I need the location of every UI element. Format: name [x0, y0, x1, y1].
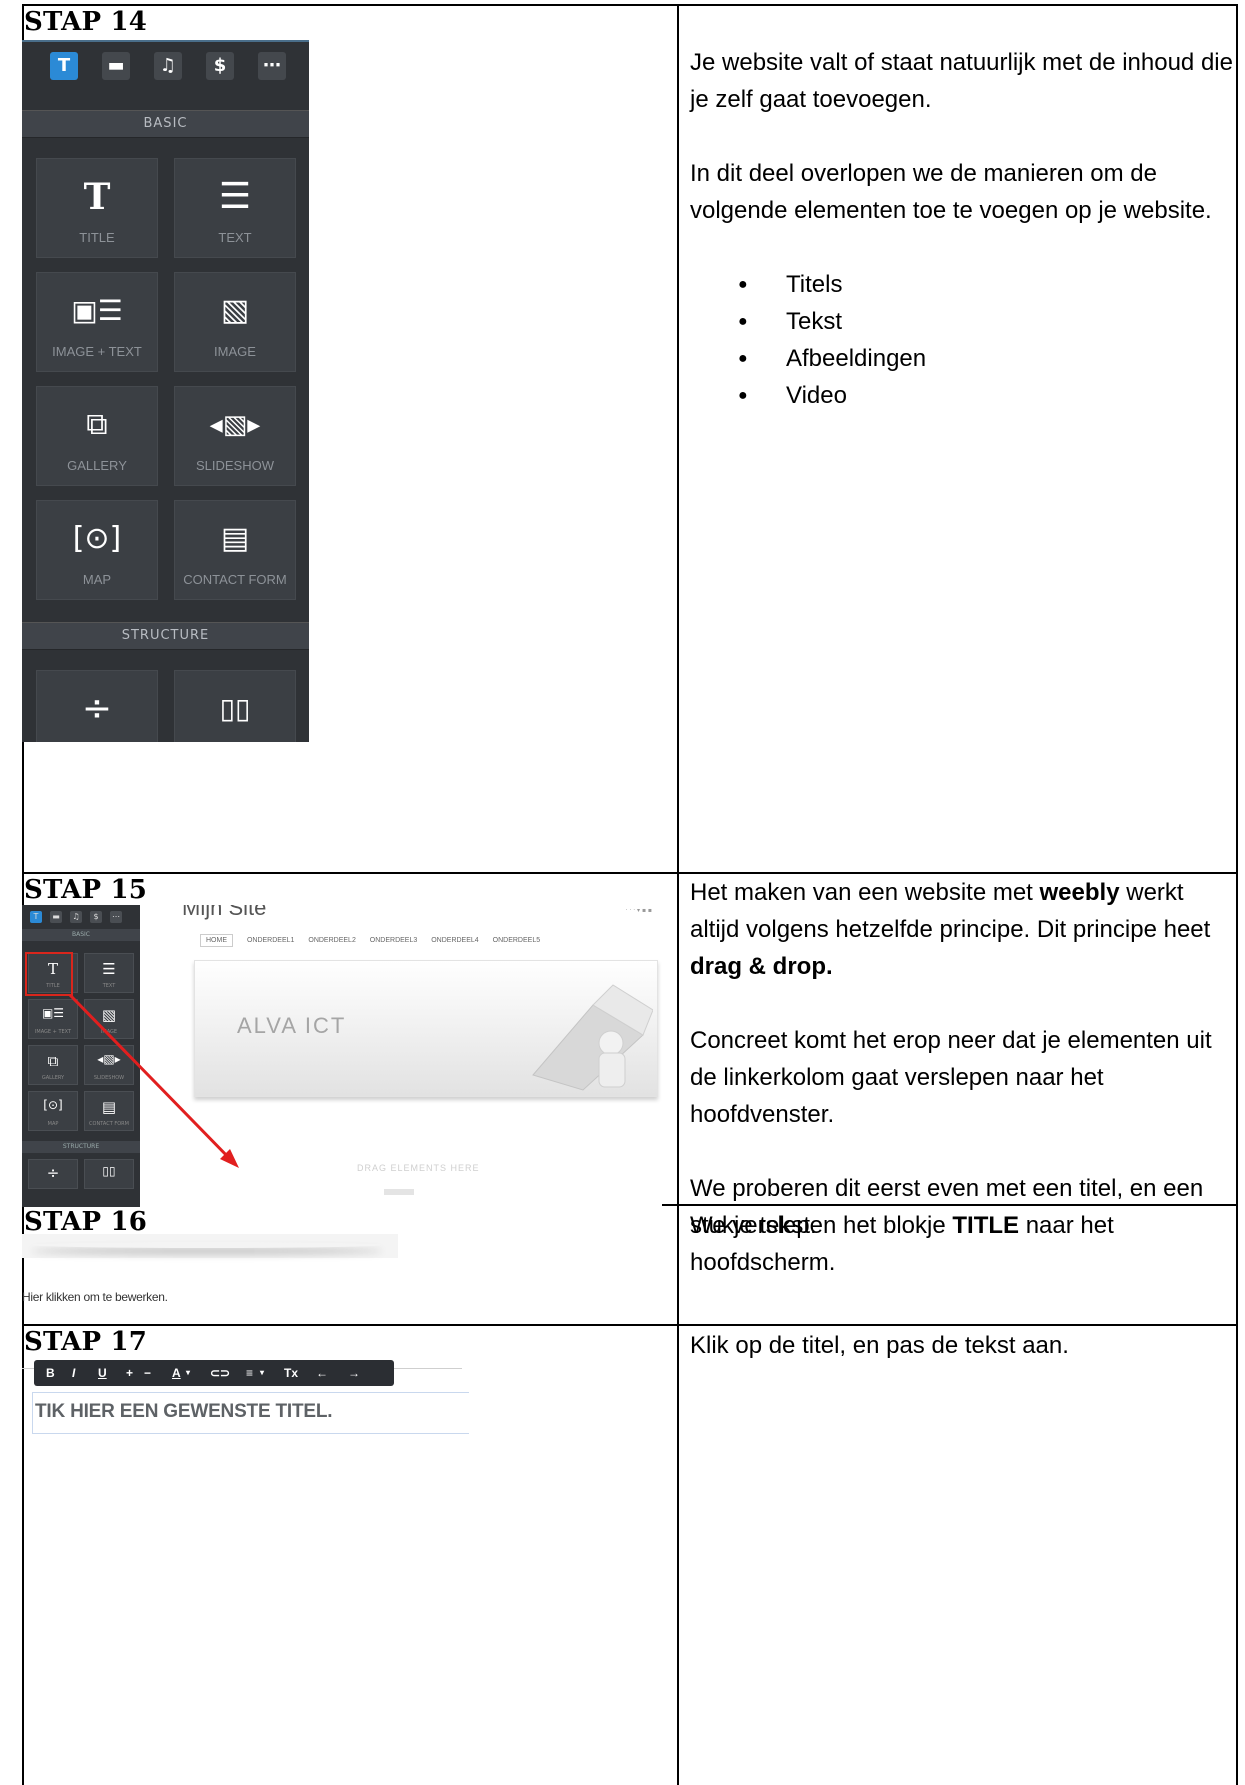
align-icon[interactable]: ≡: [246, 1360, 253, 1386]
placeholder-text: Hier klikken om te bewerken.: [22, 1290, 168, 1304]
gallery-tile[interactable]: ⧉ GALLERY: [36, 386, 158, 486]
paragraph: We verslepen het blokje TITLE naar het h…: [690, 1207, 1238, 1281]
more-tab-icon[interactable]: ⋯: [258, 52, 286, 80]
tile-label: GALLERY: [67, 458, 127, 473]
decrease-size-button[interactable]: −: [144, 1360, 151, 1386]
weebly-editor-screenshot: T ▬ ♫ $ ⋯ BASIC T TITLE ☰ TEXT ▣☰ IMAGE + T…: [22, 905, 662, 1207]
banner-shadow: [32, 1242, 382, 1248]
map-tile[interactable]: [⊙] MAP: [36, 500, 158, 600]
paragraph: Klik op de titel, en pas de tekst aan.: [690, 1332, 1069, 1359]
image-text-tile[interactable]: ▣☰ IMAGE + TEXT: [36, 272, 158, 372]
increase-size-button[interactable]: +: [126, 1360, 133, 1386]
title-dropped-screenshot: Hier klikken om te bewerken.: [22, 1234, 402, 1334]
divider-tile[interactable]: ÷: [36, 670, 158, 742]
sidebar-tabs: T ▬ ♫ $ ⋯: [22, 52, 309, 88]
underline-button[interactable]: U: [98, 1360, 107, 1386]
stap14-description: Je website valt of staat natuurlijk met …: [690, 44, 1238, 414]
music-tab-icon[interactable]: ♫: [154, 52, 182, 80]
text-run: Het maken van een website met: [690, 879, 1040, 906]
stap16-description: We verslepen het blokje TITLE naar het h…: [690, 1207, 1238, 1281]
title-input[interactable]: TIK HIER EEN GEWENSTE TITEL.: [32, 1392, 469, 1434]
text-run-bold: TITLE: [952, 1212, 1020, 1239]
stap15-description: Het maken van een website met weebly wer…: [690, 874, 1238, 1244]
element-list: Titels Tekst Afbeeldingen Video: [690, 266, 1238, 414]
title-icon: T: [83, 176, 111, 218]
redo-icon[interactable]: →: [348, 1360, 360, 1386]
tile-label: IMAGE: [214, 344, 256, 359]
text-tile[interactable]: ☰ TEXT: [174, 158, 296, 258]
drop-zone-label: DRAG ELEMENTS HERE: [357, 1163, 480, 1173]
chevron-down-icon: ▾: [260, 1368, 265, 1377]
column-divider: [677, 4, 679, 1785]
chevron-down-icon: ▾: [186, 1368, 191, 1377]
title-tile[interactable]: T TITLE: [36, 158, 158, 258]
section-basic-header: BASIC: [22, 110, 309, 138]
table-top-border: [22, 4, 1238, 6]
bold-button[interactable]: B: [46, 1360, 55, 1386]
clear-format-button[interactable]: Tx: [284, 1360, 298, 1386]
step-label: STAP 17: [24, 1327, 148, 1357]
list-item: Tekst: [690, 303, 1238, 340]
columns-icon: ▯▯: [219, 692, 251, 725]
title-input-value: TIK HIER EEN GEWENSTE TITEL.: [35, 1401, 333, 1422]
font-color-button[interactable]: A: [172, 1360, 181, 1386]
drop-zone-handle: [384, 1189, 414, 1195]
list-item: Titels: [690, 266, 1238, 303]
list-item: Video: [690, 377, 1238, 414]
tile-label: CONTACT FORM: [183, 572, 287, 587]
layout-tab-icon[interactable]: ▬: [102, 52, 130, 80]
text-tab-icon[interactable]: T: [50, 52, 78, 80]
dollar-tab-icon[interactable]: $: [206, 52, 234, 80]
paragraph: Je website valt of staat natuurlijk met …: [690, 49, 1233, 113]
text-format-toolbar: B I U + − A ▾ ⊂⊃ ≡ ▾ Tx ← →: [34, 1360, 394, 1386]
step-label: STAP 14: [24, 7, 148, 37]
italic-button[interactable]: I: [72, 1360, 75, 1386]
step-label: STAP 16: [24, 1207, 148, 1237]
drag-arrow: [68, 993, 239, 1168]
title-edit-screenshot: B I U + − A ▾ ⊂⊃ ≡ ▾ Tx ← → TIK HIER EEN…: [22, 1356, 469, 1456]
image-icon: ▧: [220, 293, 250, 328]
tile-label: IMAGE + TEXT: [52, 344, 142, 359]
contact-form-tile[interactable]: ▤ CONTACT FORM: [174, 500, 296, 600]
tile-label: TEXT: [218, 230, 252, 245]
divider-icon: ÷: [81, 688, 113, 729]
image-text-icon: ▣☰: [71, 294, 123, 327]
tile-label: MAP: [82, 572, 112, 587]
columns-tile[interactable]: ▯▯: [174, 670, 296, 742]
text-run-bold: weebly: [1039, 879, 1120, 906]
text-run: We verslepen het blokje: [690, 1212, 953, 1239]
undo-icon[interactable]: ←: [316, 1360, 328, 1386]
tile-label: TITLE: [79, 230, 115, 245]
link-icon[interactable]: ⊂⊃: [210, 1360, 230, 1386]
section-structure-header: STRUCTURE: [22, 622, 309, 650]
slideshow-tile[interactable]: ◂▧▸ SLIDESHOW: [174, 386, 296, 486]
gallery-icon: ⧉: [86, 407, 108, 442]
tile-label: SLIDESHOW: [195, 458, 274, 473]
text-lines-icon: ☰: [218, 176, 252, 217]
paragraph: Het maken van een website met weebly wer…: [690, 874, 1238, 985]
step-label: STAP 15: [24, 875, 148, 905]
map-pin-icon: [⊙]: [72, 521, 122, 556]
paragraph: In dit deel overlopen we de manieren om …: [690, 160, 1212, 224]
text-run-bold: drag & drop.: [690, 953, 833, 980]
image-tile[interactable]: ▧ IMAGE: [174, 272, 296, 372]
list-item: Afbeeldingen: [690, 340, 1238, 377]
slideshow-icon: ◂▧▸: [209, 410, 261, 440]
stap17-description: Klik op de titel, en pas de tekst aan.: [690, 1327, 1238, 1364]
paragraph: Concreet komt het erop neer dat je eleme…: [690, 1027, 1212, 1128]
weebly-element-sidebar: T ▬ ♫ $ ⋯ BASIC T TITLE ☰ TEXT ▣☰ IMAGE …: [22, 40, 309, 742]
contact-form-icon: ▤: [220, 521, 250, 556]
